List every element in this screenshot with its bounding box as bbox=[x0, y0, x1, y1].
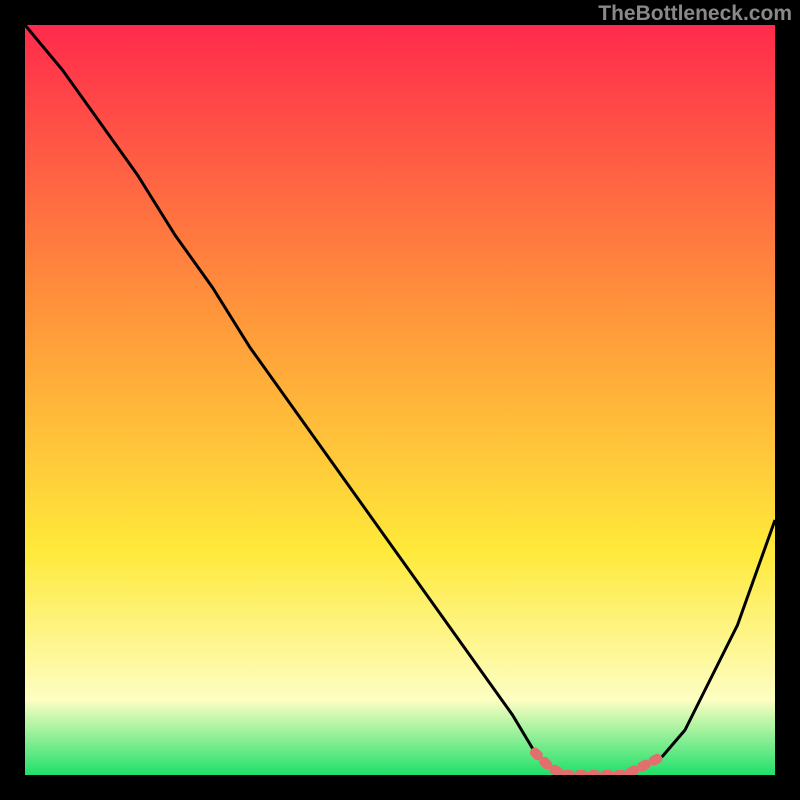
plot-area bbox=[25, 25, 775, 775]
bottleneck-curve bbox=[25, 25, 775, 775]
attribution-text: TheBottleneck.com bbox=[598, 2, 792, 26]
chart-container: TheBottleneck.com bbox=[0, 0, 800, 800]
curve-layer bbox=[25, 25, 775, 775]
optimal-range-highlight bbox=[535, 753, 663, 776]
